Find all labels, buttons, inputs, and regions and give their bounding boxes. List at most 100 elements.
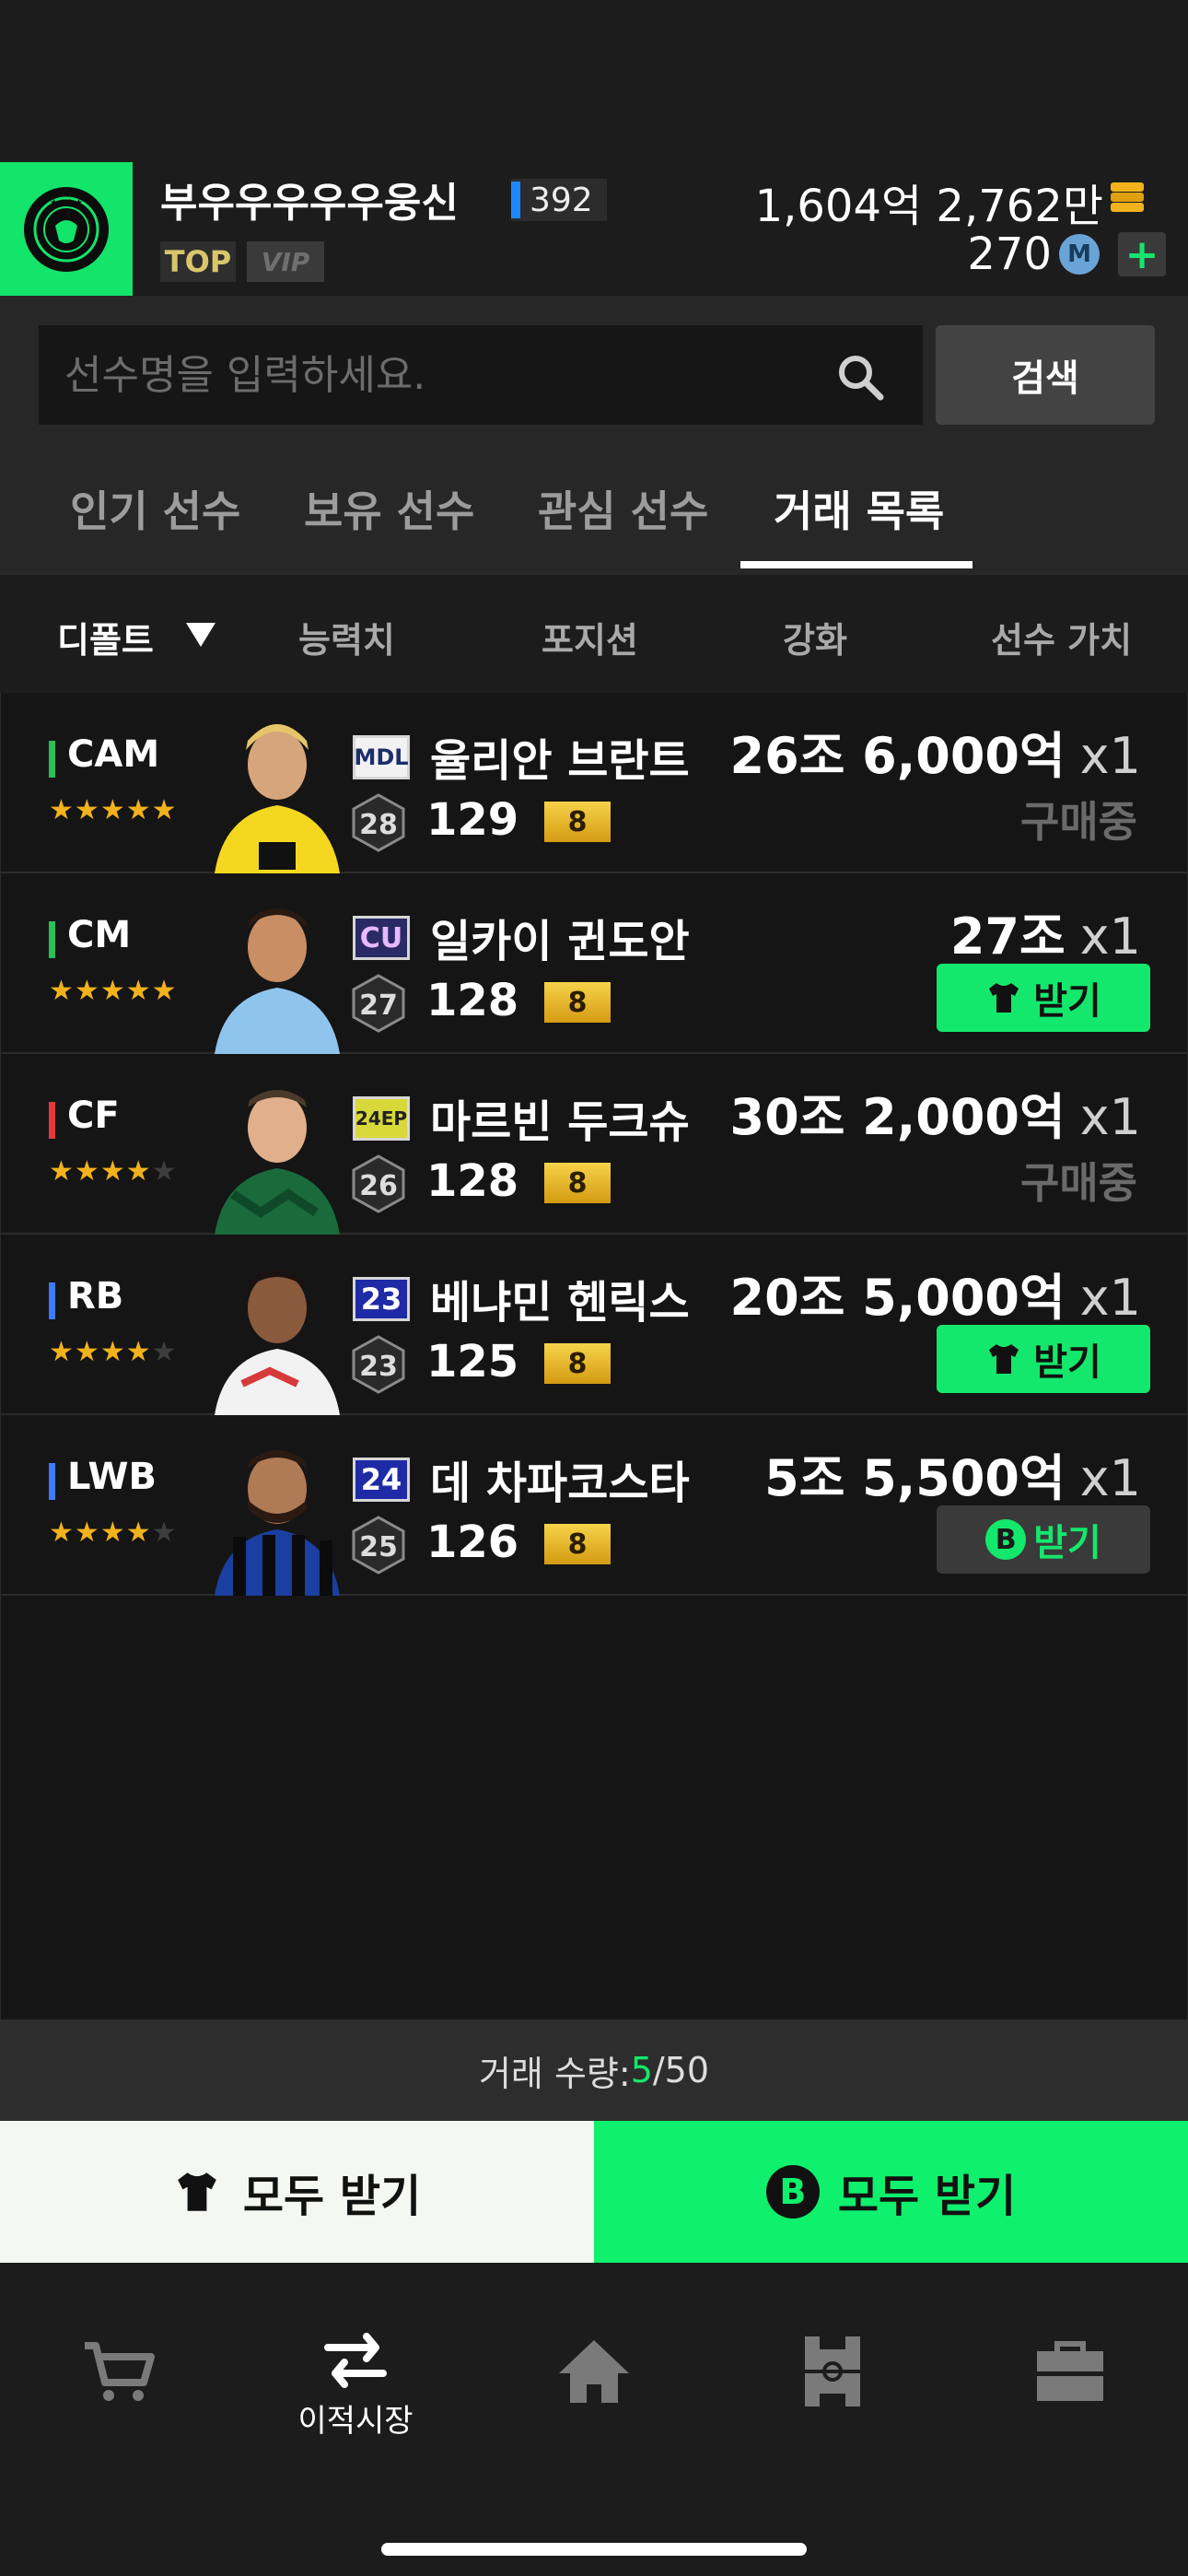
price-value: 27조 [949, 907, 1066, 966]
star-icon: ★ [151, 1516, 178, 1549]
player-position: RB [67, 1275, 124, 1317]
chevron-down-icon[interactable] [186, 623, 215, 647]
nav-home[interactable] [530, 2331, 658, 2460]
quantity: x1 [1079, 727, 1141, 785]
hexagon-value: 23 [359, 1351, 398, 1383]
b-coin-icon: B [985, 1519, 1027, 1560]
level-number: 392 [530, 181, 593, 219]
receive-all-label: 모두 받기 [837, 2171, 1017, 2222]
team-emblem[interactable]: ★★★★ [0, 162, 133, 296]
star-rating: ★★★★★ [49, 1516, 178, 1549]
star-icon: ★ [125, 1155, 152, 1188]
search-panel: 검색 인기 선수 보유 선수 관심 선수 거래 목록 [0, 296, 1188, 575]
nav-shop[interactable] [53, 2331, 182, 2460]
tab-trade-list[interactable]: 거래 목록 [774, 478, 944, 539]
star-icon: ★ [151, 1336, 178, 1368]
star-rating: ★★★★★ [49, 1336, 178, 1368]
player-photo [205, 1435, 349, 1596]
sort-default[interactable]: 디폴트 [57, 612, 154, 662]
trade-price: 20조 5,000억 x1 [730, 1257, 1141, 1329]
receive-label: 받기 [1033, 980, 1101, 1023]
price-value: 5조 5,500억 [764, 1449, 1066, 1507]
shirt-icon [178, 2172, 216, 2211]
player-photo [205, 713, 349, 873]
player-photo [205, 894, 349, 1054]
position-color-bar [49, 1102, 55, 1139]
star-icon: ★ [99, 794, 126, 826]
quantity: x1 [1079, 1088, 1141, 1146]
price-value: 20조 5,000억 [729, 1269, 1066, 1327]
receive-all-label: 모두 받기 [242, 2171, 422, 2222]
table-row[interactable]: CAM ★★★★★ MDL 율리안 브란트 28 129 8 26조 6,000… [1, 693, 1188, 873]
b-coin-icon: B [765, 2165, 820, 2219]
sort-enhance[interactable]: 강화 [783, 612, 847, 662]
receive-b-button[interactable]: B 받기 [937, 1505, 1150, 1574]
profile-header: ★★★★ 부우우우우우웅신 392 TOP VIP 1,604억 2,762만 … [0, 162, 1188, 296]
search-input[interactable] [64, 325, 820, 425]
quantity: x1 [1079, 1449, 1141, 1507]
player-position: CM [67, 914, 132, 956]
tab-bar: 인기 선수 보유 선수 관심 선수 거래 목록 [0, 458, 1188, 575]
star-icon: ★ [74, 1336, 100, 1368]
table-row[interactable]: RB ★★★★★ 23 베냐민 헨릭스 23 125 8 20조 5,000억 x… [1, 1235, 1188, 1415]
nav-locker[interactable] [1006, 2331, 1135, 2460]
star-icon: ★ [49, 1155, 75, 1188]
gold-amount: 1,604억 2,762만 [754, 181, 1103, 232]
nav-formation[interactable] [768, 2331, 897, 2460]
trade-price: 30조 2,000억 x1 [730, 1076, 1141, 1149]
player-name[interactable]: 데 차파코스타 [430, 1446, 690, 1511]
trade-status: 구매중 [1020, 797, 1137, 847]
sort-ability[interactable]: 능력치 [298, 612, 395, 662]
sort-position[interactable]: 포지션 [542, 612, 638, 662]
trade-price: 26조 6,000억 x1 [730, 715, 1141, 788]
player-name[interactable]: 율리안 브란트 [430, 724, 690, 789]
trade-count-total: /50 [652, 2050, 710, 2090]
player-overall: 129 [426, 794, 519, 846]
search-button[interactable]: 검색 [936, 325, 1155, 425]
star-icon: ★ [125, 975, 152, 1007]
trade-list: CAM ★★★★★ MDL 율리안 브란트 28 129 8 26조 6,000… [0, 693, 1188, 2020]
quantity: x1 [1079, 907, 1141, 966]
position-color-bar [49, 921, 55, 958]
tab-owned[interactable]: 보유 선수 [304, 478, 474, 539]
season-badge: 24 [353, 1458, 410, 1502]
search-icon[interactable] [834, 351, 886, 403]
receive-player-button[interactable]: 받기 [937, 964, 1150, 1032]
star-icon: ★ [99, 975, 126, 1007]
sort-value[interactable]: 선수 가치 [991, 612, 1132, 662]
hexagon-value: 25 [359, 1531, 398, 1563]
table-row[interactable]: CF ★★★★★ 24EP 마르빈 두크슈 26 128 8 30조 2,000… [1, 1054, 1188, 1235]
star-icon: ★ [49, 975, 75, 1007]
quantity: x1 [1079, 1269, 1141, 1327]
trade-count-label: 거래 수량: [478, 2053, 631, 2094]
season-badge: 23 [353, 1277, 410, 1321]
position-color-bar [49, 1282, 55, 1319]
player-position: CAM [67, 733, 160, 776]
player-position: LWB [67, 1456, 157, 1498]
receive-all-shirt-button[interactable]: 모두 받기 [0, 2121, 594, 2263]
star-icon: ★ [49, 794, 75, 826]
gold-coins-icon [1111, 182, 1144, 212]
username: 부우우우우우웅신 [160, 180, 459, 227]
table-row[interactable]: CM ★★★★★ CU 일카이 귄도안 27 128 8 27조 x1 받기 [1, 873, 1188, 1054]
tab-watchlist[interactable]: 관심 선수 [538, 478, 708, 539]
player-name[interactable]: 마르빈 두크슈 [430, 1085, 690, 1150]
formation-icon [805, 2336, 860, 2406]
receive-all-b-button[interactable]: B 모두 받기 [594, 2121, 1188, 2263]
transfer-arrows-icon [324, 2333, 387, 2388]
bottom-nav: 이적시장 [0, 2263, 1188, 2576]
level-bar [511, 181, 520, 218]
trade-price: 27조 x1 [950, 896, 1141, 968]
player-name[interactable]: 베냐민 헨릭스 [430, 1266, 690, 1330]
star-icon: ★ [151, 1155, 178, 1188]
table-row[interactable]: LWB ★★★★★ 24 데 차파코스타 25 126 8 5조 5,500억 x… [1, 1415, 1188, 1596]
star-icon: ★ [99, 1155, 126, 1188]
star-icon: ★ [74, 975, 100, 1007]
nav-transfer-market[interactable]: 이적시장 [291, 2331, 420, 2460]
tab-popular[interactable]: 인기 선수 [70, 478, 240, 539]
home-icon [559, 2340, 629, 2403]
player-name[interactable]: 일카이 귄도안 [430, 905, 690, 969]
star-icon: ★ [151, 794, 178, 826]
add-currency-button[interactable]: + [1118, 231, 1166, 278]
receive-player-button[interactable]: 받기 [937, 1325, 1150, 1393]
